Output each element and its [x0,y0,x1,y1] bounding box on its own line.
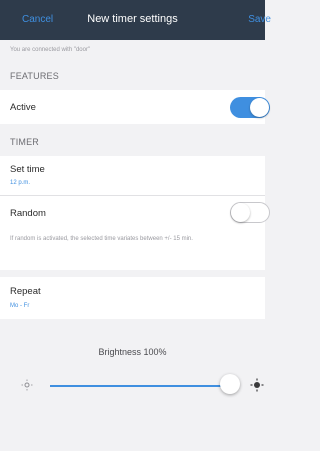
random-row: Random [0,196,270,230]
brightness-slider-track[interactable] [50,385,230,387]
brightness-label: Brightness 100% [98,347,167,357]
save-button[interactable]: Save [248,14,271,25]
repeat-row[interactable]: Repeat Mo - Fr [0,277,265,319]
page-title: New timer settings [87,13,178,25]
active-row: Active [0,90,270,124]
active-toggle-knob [250,98,269,117]
features-section-header: FEATURES [10,71,59,81]
sun-small-icon [21,379,33,391]
random-note: If random is activated, the selected tim… [10,236,193,242]
random-toggle[interactable] [230,202,270,223]
brightness-slider-fill [50,385,230,387]
random-toggle-knob [231,202,250,222]
navigation-bar: Cancel New timer settings Save [0,0,271,40]
sun-large-icon [250,378,264,392]
active-label: Active [10,102,36,113]
active-toggle[interactable] [230,97,270,118]
repeat-value: Mo - Fr [10,303,30,309]
set-time-row[interactable]: Set time 12 p.m. [0,156,265,194]
timer-section-header: TIMER [10,137,39,147]
connection-info: You are connected with "door" [10,47,91,53]
brightness-slider-thumb[interactable] [220,374,240,394]
random-label: Random [10,208,46,219]
repeat-label: Repeat [10,286,41,297]
set-time-value: 12 p.m. [10,180,31,186]
set-time-label: Set time [10,164,45,175]
